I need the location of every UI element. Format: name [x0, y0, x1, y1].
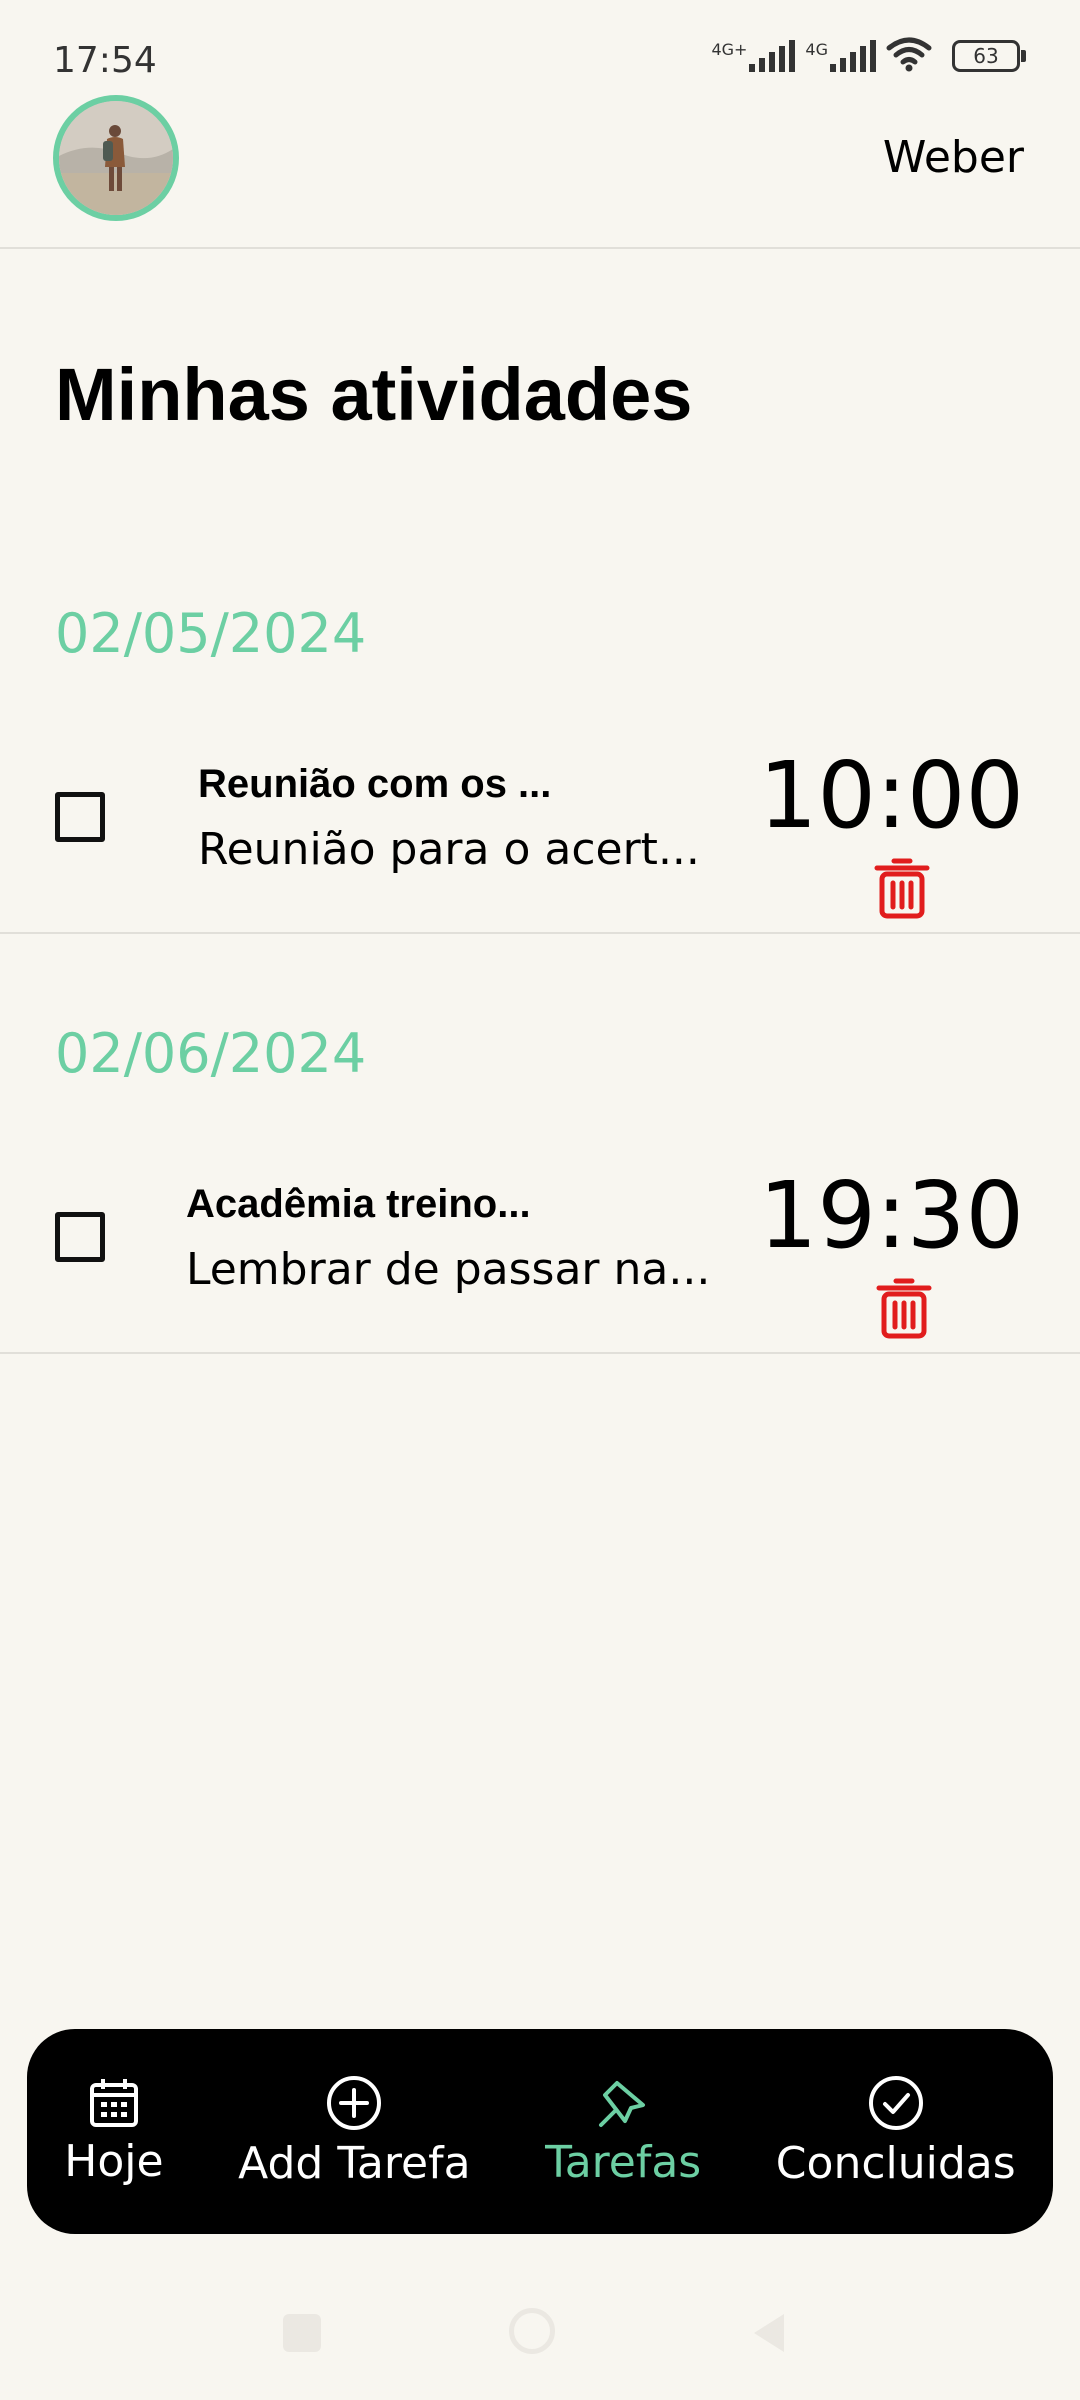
nav-item-tarefas[interactable]: Tarefas	[545, 2075, 701, 2188]
check-circle-icon	[868, 2076, 923, 2130]
bottom-navigation: Hoje Add Tarefa Tarefas Concluidas	[27, 2029, 1053, 2234]
date-heading: 02/06/2024	[55, 1022, 367, 1085]
nav-item-add-tarefa[interactable]: Add Tarefa	[238, 2074, 471, 2189]
nav-label: Concluidas	[775, 2138, 1016, 2189]
network-type-label: 4G+	[711, 40, 748, 59]
network-type-label: 4G	[805, 40, 828, 59]
nav-label: Hoje	[64, 2136, 164, 2187]
avatar[interactable]	[53, 95, 179, 221]
username: Weber	[882, 132, 1024, 183]
date-heading: 02/05/2024	[55, 602, 367, 665]
task-description: Reunião para o acert...	[198, 824, 700, 875]
task-title: Reunião com os ...	[198, 762, 552, 806]
system-navigation-bar	[0, 2300, 1080, 2370]
plus-circle-icon	[327, 2076, 382, 2130]
task-time: 10:00	[758, 742, 1024, 849]
task-checkbox[interactable]	[55, 792, 105, 842]
page-title: Minhas atividades	[55, 353, 693, 436]
nav-item-hoje[interactable]: Hoje	[64, 2076, 164, 2187]
app-header: Weber	[0, 90, 1080, 249]
task-title: Acadêmia treino...	[186, 1182, 531, 1226]
task-time: 19:30	[758, 1162, 1024, 1269]
task-checkbox[interactable]	[55, 1212, 105, 1262]
back-button[interactable]	[748, 2310, 788, 2356]
signal-4g-icon: 4G	[805, 40, 876, 72]
trash-icon[interactable]	[875, 1277, 933, 1339]
recent-apps-button[interactable]	[283, 2314, 321, 2352]
battery-icon: 63	[952, 40, 1026, 72]
home-button[interactable]	[509, 2308, 555, 2354]
status-bar: 17:54 4G+ 4G 63	[0, 0, 1080, 90]
avatar-photo	[59, 101, 173, 215]
nav-label: Add Tarefa	[238, 2138, 471, 2189]
pin-icon	[599, 2081, 646, 2127]
signal-4g-plus-icon: 4G+	[711, 40, 796, 72]
task-item[interactable]: Acadêmia treino... Lembrar de passar na.…	[0, 1122, 1080, 1354]
status-icons: 4G+ 4G 63	[711, 36, 1026, 72]
nav-label: Tarefas	[545, 2137, 702, 2188]
nav-item-concluidas[interactable]: Concluidas	[776, 2074, 1016, 2189]
status-time: 17:54	[53, 40, 157, 81]
wifi-icon	[886, 37, 932, 72]
task-description: Lembrar de passar na...	[186, 1244, 711, 1295]
task-item[interactable]: Reunião com os ... Reunião para o acert.…	[0, 702, 1080, 934]
calendar-icon	[89, 2079, 138, 2127]
trash-icon[interactable]	[873, 857, 931, 919]
